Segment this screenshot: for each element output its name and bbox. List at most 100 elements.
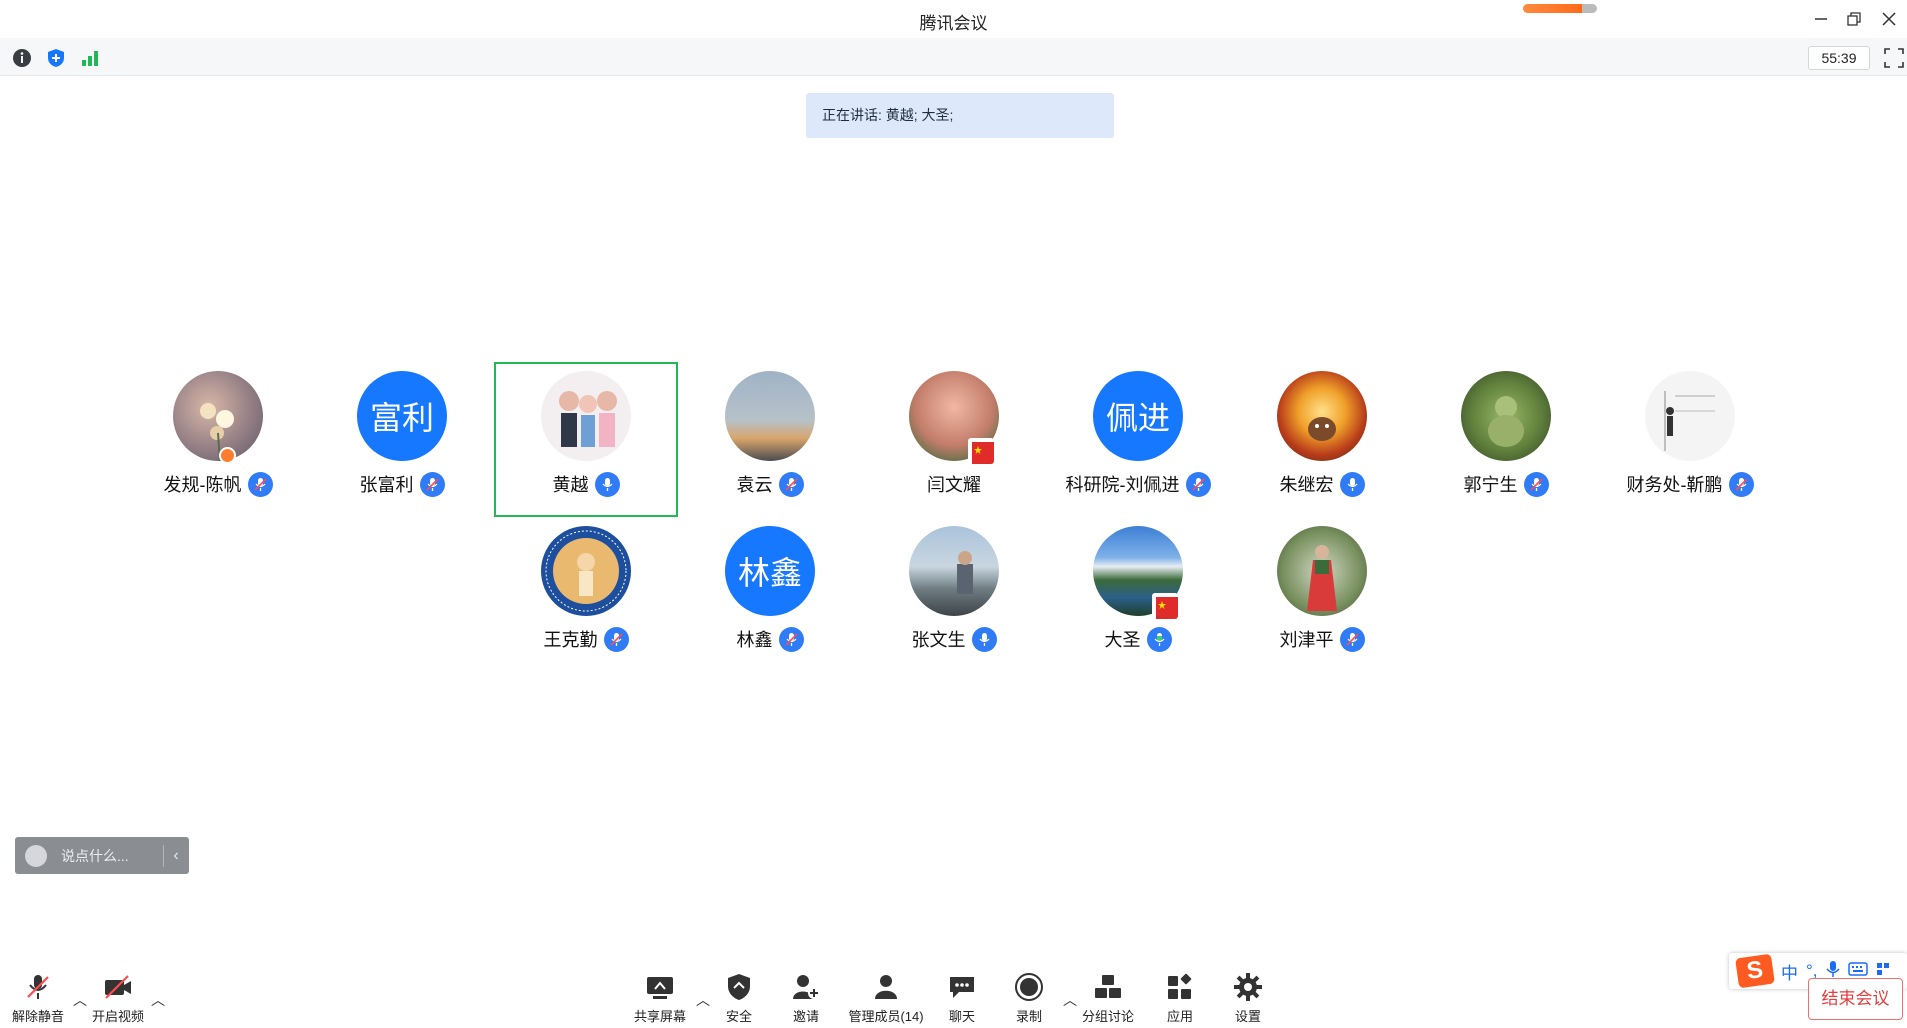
close-icon[interactable] <box>1878 8 1900 30</box>
avatar <box>1277 526 1367 616</box>
apps-icon <box>1165 972 1195 1002</box>
participant-name: 王克勤 <box>543 630 598 650</box>
title-bar: 腾讯会议 <box>0 0 1907 38</box>
share-screen-label: 共享屏幕 <box>633 1009 686 1024</box>
top-toolbar: 55:39 <box>0 38 1907 76</box>
emoji-icon[interactable] <box>25 844 47 867</box>
participant-name: 郭宁生 <box>1463 475 1518 495</box>
chevron-up-icon[interactable]: ︿ <box>151 990 165 1010</box>
invite-button[interactable]: 邀请 <box>766 972 846 1025</box>
chat-icon <box>947 972 977 1002</box>
avatar <box>909 526 999 616</box>
mic-muted-icon <box>1728 471 1754 497</box>
video-off-icon <box>103 972 133 1002</box>
mic-muted-icon <box>419 471 445 497</box>
participant-tile[interactable]: 刘津平 <box>1230 519 1414 674</box>
participant-tile[interactable]: 林鑫 林鑫 <box>678 519 862 674</box>
participant-name: 朱继宏 <box>1279 475 1334 495</box>
flag-badge-icon <box>1152 593 1178 619</box>
signal-icon[interactable] <box>79 47 101 69</box>
start-video-button[interactable]: 开启视频 <box>78 972 158 1025</box>
unmute-button[interactable]: 解除静音 <box>0 972 78 1025</box>
participant-tile[interactable]: 闫文耀 <box>862 364 1046 519</box>
chevron-left-icon[interactable]: ‹ <box>164 847 188 865</box>
participant-name: 林鑫 <box>736 630 773 650</box>
end-meeting-button[interactable]: 结束会议 <box>1808 978 1903 1020</box>
mic-on-icon <box>971 626 997 652</box>
shield-icon[interactable] <box>45 47 67 69</box>
host-badge-icon <box>219 447 236 464</box>
settings-label: 设置 <box>1234 1009 1261 1024</box>
avatar <box>725 371 815 461</box>
participant-name: 财务处-靳鹏 <box>1626 475 1723 495</box>
participant-tile[interactable]: 张文生 <box>862 519 1046 674</box>
ime-mode[interactable]: 中 <box>1781 959 1798 984</box>
record-button[interactable]: 录制 <box>989 972 1069 1025</box>
mic-muted-icon <box>1185 471 1211 497</box>
participant-tile[interactable]: 郭宁生 <box>1414 364 1598 519</box>
invite-label: 邀请 <box>792 1009 819 1024</box>
avatar <box>1461 371 1551 461</box>
avatar <box>1645 371 1735 461</box>
participant-name: 张富利 <box>359 475 414 495</box>
mic-muted-icon <box>247 471 273 497</box>
minimize-icon[interactable] <box>1810 8 1832 30</box>
participant-name: 袁云 <box>736 475 773 495</box>
participant-name: 闫文耀 <box>927 475 981 495</box>
mic-muted-icon <box>603 626 629 652</box>
mic-on-icon <box>594 471 620 497</box>
participant-name: 刘津平 <box>1279 630 1334 650</box>
mic-muted-icon <box>1339 626 1365 652</box>
participant-tile[interactable]: 财务处-靳鹏 <box>1598 364 1782 519</box>
mic-muted-icon <box>778 626 804 652</box>
info-icon[interactable] <box>11 47 33 69</box>
start-video-label: 开启视频 <box>91 1009 144 1024</box>
participant-tile[interactable]: 朱继宏 <box>1230 364 1414 519</box>
participant-tile[interactable]: 王克勤 <box>494 519 678 674</box>
avatar <box>541 526 631 616</box>
share-screen-button[interactable]: 共享屏幕 <box>620 972 700 1025</box>
record-icon <box>1014 972 1044 1002</box>
participant-name: 发规-陈帆 <box>163 475 242 495</box>
manage-members-button[interactable]: 管理成员(14) <box>841 972 931 1025</box>
participant-tile[interactable]: 大圣 <box>1046 519 1230 674</box>
bottom-toolbar: 解除静音 ︿ 开启视频 ︿ 共享屏幕 ︿ 安全 邀请 管理成员(14) 聊天 录… <box>0 960 1907 1028</box>
flag-badge-icon <box>968 438 994 464</box>
avatar <box>1277 371 1367 461</box>
mic-muted-icon <box>1523 471 1549 497</box>
recording-indicator <box>1523 4 1597 13</box>
sogou-logo-icon[interactable]: S <box>1735 953 1775 989</box>
avatar: 富利 <box>357 371 447 461</box>
unmute-label: 解除静音 <box>11 1009 64 1024</box>
speaking-banner: 正在讲话: 黄越; 大圣; <box>806 93 1114 138</box>
participant-tile[interactable]: 发规-陈帆 <box>126 364 310 519</box>
participant-tile[interactable]: 袁云 <box>678 364 862 519</box>
mic-muted-icon <box>778 471 804 497</box>
avatar: 林鑫 <box>725 526 815 616</box>
mic-on-icon <box>1339 471 1365 497</box>
avatar: 佩进 <box>1093 371 1183 461</box>
participant-name: 科研院-刘佩进 <box>1065 475 1180 495</box>
restore-icon[interactable] <box>1843 8 1865 30</box>
meeting-timer: 55:39 <box>1808 46 1870 70</box>
participant-tile[interactable]: 佩进 科研院-刘佩进 <box>1046 364 1230 519</box>
participant-tile[interactable]: 富利 张富利 <box>310 364 494 519</box>
breakout-label: 分组讨论 <box>1081 1009 1134 1024</box>
record-label: 录制 <box>1015 1009 1042 1024</box>
mic-muted-icon <box>23 972 53 1002</box>
add-user-icon <box>791 972 821 1002</box>
breakout-button[interactable]: 分组讨论 <box>1068 972 1148 1025</box>
participant-name: 张文生 <box>911 630 966 650</box>
participant-tile-active[interactable]: 黄越 <box>494 362 678 517</box>
fullscreen-icon[interactable] <box>1884 48 1904 68</box>
mic-speaking-icon <box>1146 626 1172 652</box>
breakout-rooms-icon <box>1093 972 1123 1002</box>
settings-button[interactable]: 设置 <box>1208 972 1288 1025</box>
avatar <box>173 371 263 461</box>
shield-icon <box>724 972 754 1002</box>
avatar <box>541 371 631 461</box>
share-screen-icon <box>645 972 675 1002</box>
participant-name: 大圣 <box>1104 630 1141 650</box>
members-icon <box>871 972 901 1002</box>
chat-input[interactable]: 说点什么... ‹ <box>15 837 189 874</box>
